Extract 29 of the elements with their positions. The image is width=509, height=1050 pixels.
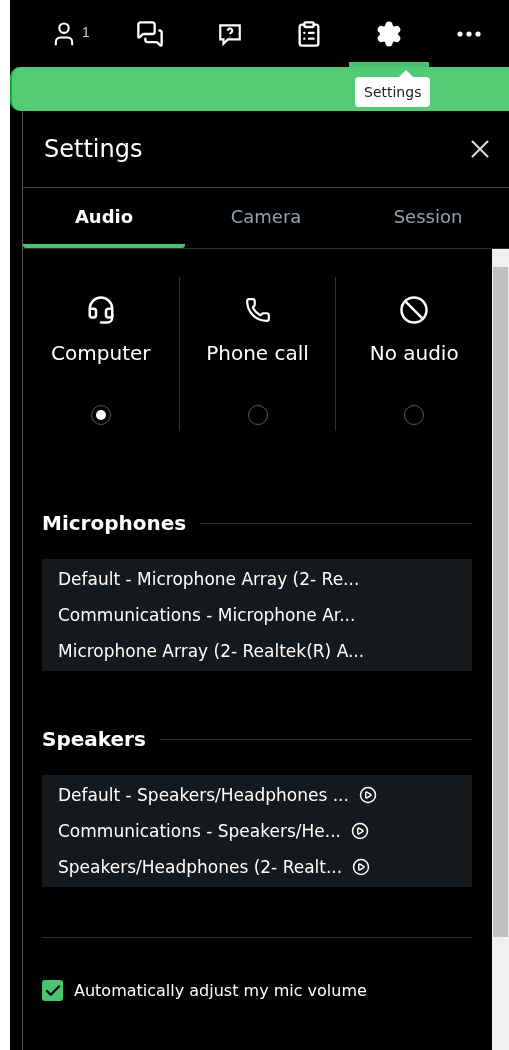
scrollbar[interactable] xyxy=(492,249,509,1050)
tab[interactable]: Session xyxy=(347,188,509,248)
more-icon xyxy=(457,30,482,37)
device-item[interactable]: Microphone Array (2- Realtek(R) A... xyxy=(58,641,365,661)
device-item[interactable]: Communications - Microphone Ar... xyxy=(58,605,356,625)
checkbox[interactable] xyxy=(42,980,63,1001)
chat-icon xyxy=(135,19,164,48)
option-label: Phone call xyxy=(206,341,309,365)
section-heading: Microphones xyxy=(42,511,187,535)
device-item[interactable]: Default - Speakers/Headphones ... xyxy=(58,785,349,805)
device-item[interactable]: Communications - Speakers/He... xyxy=(58,821,341,841)
play-icon[interactable] xyxy=(352,858,371,876)
phone-icon xyxy=(244,297,271,323)
tab[interactable]: Camera xyxy=(185,188,347,248)
device-item[interactable]: Default - Microphone Array (2- Re... xyxy=(58,569,360,589)
no-audio-icon xyxy=(399,295,430,325)
count-label: 1 xyxy=(82,24,90,40)
device-item[interactable]: Speakers/Headphones (2- Realt... xyxy=(58,857,343,877)
play-icon[interactable] xyxy=(351,822,369,840)
section-heading: Speakers xyxy=(42,727,146,751)
tooltip-pointer xyxy=(399,70,413,77)
play-icon[interactable] xyxy=(358,786,377,804)
toolbar-button[interactable]: 1 xyxy=(30,0,110,67)
option-label: Computer xyxy=(51,341,151,365)
tab[interactable]: Audio xyxy=(23,188,185,248)
checkbox-label: Automatically adjust my mic volume xyxy=(74,981,367,1000)
option-label: No audio xyxy=(369,341,459,365)
tooltip: Settings xyxy=(355,77,431,107)
panel-title: Settings xyxy=(44,135,143,163)
